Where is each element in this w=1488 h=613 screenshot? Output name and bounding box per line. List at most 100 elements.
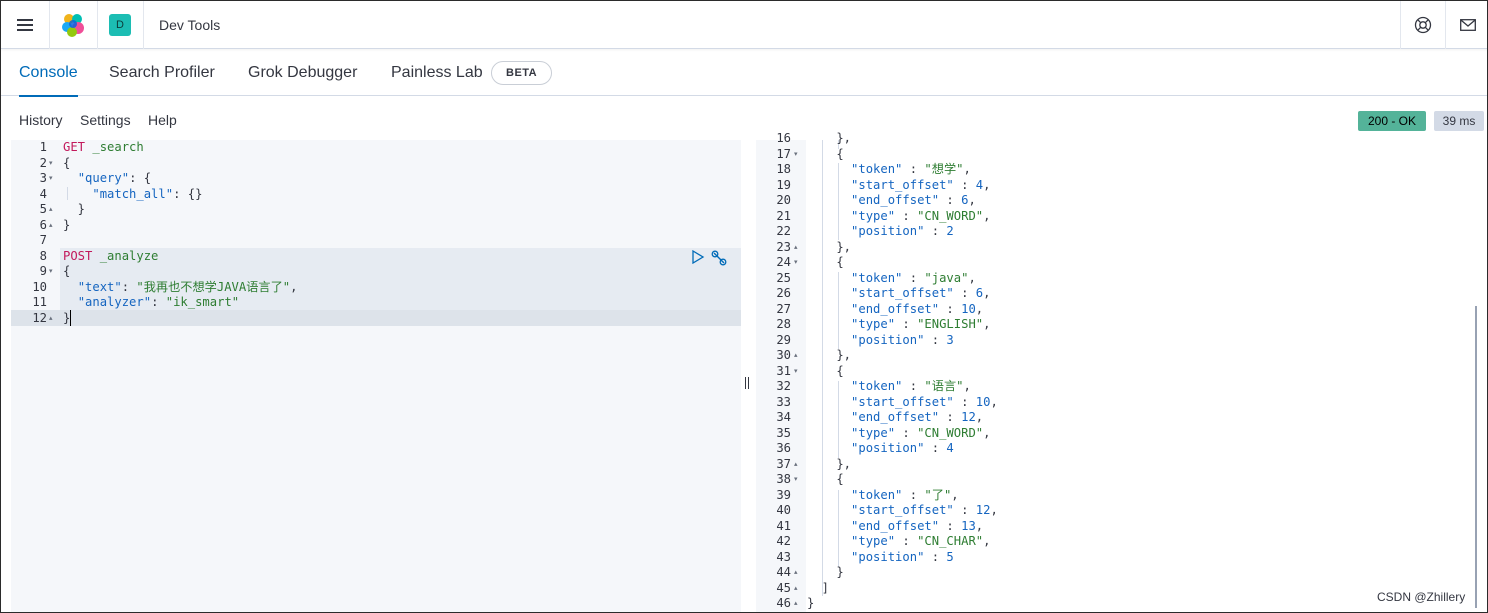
- code-token: ,: [290, 279, 298, 294]
- fold-up-icon[interactable]: ▴: [794, 460, 798, 468]
- code-line: "start_offset" : 10,: [807, 395, 998, 411]
- code-token: "ENGLISH": [917, 317, 984, 331]
- menu-icon[interactable]: [1, 1, 49, 49]
- code-token: {: [807, 146, 844, 161]
- line-number: 3: [39, 171, 47, 185]
- fold-up-icon[interactable]: ▴: [794, 599, 798, 607]
- fold-down-icon[interactable]: ▾: [49, 267, 53, 275]
- line-number: 9: [39, 264, 47, 278]
- request-code-area[interactable]: [60, 140, 741, 612]
- line-number: 5: [39, 202, 47, 216]
- code-token: ,: [968, 193, 976, 207]
- space-selector[interactable]: D: [97, 1, 143, 49]
- code-line: "type" : "CN_WORD",: [807, 209, 990, 225]
- fold-down-icon[interactable]: ▾: [794, 367, 798, 375]
- code-line: "end_offset" : 13,: [807, 519, 983, 535]
- code-line: "end_offset" : 6,: [807, 193, 976, 209]
- code-line: "text": "我再也不想学JAVA语言了",: [63, 279, 298, 296]
- fold-down-icon[interactable]: ▾: [794, 258, 798, 266]
- settings-link[interactable]: Settings: [80, 97, 131, 143]
- line-number: 27: [776, 301, 791, 316]
- line-number: 12: [32, 310, 47, 325]
- fold-up-icon[interactable]: ▴: [794, 568, 798, 576]
- elastic-logo[interactable]: [49, 1, 97, 49]
- history-link[interactable]: History: [19, 97, 63, 143]
- fold-up-icon[interactable]: ▴: [794, 243, 798, 251]
- line-number: 45: [776, 580, 791, 595]
- line-number: 17: [776, 146, 791, 161]
- code-token: "CN_WORD": [917, 208, 984, 223]
- code-token: "我再也不想学JAVA语言了": [136, 279, 291, 294]
- fold-up-icon[interactable]: ▴: [49, 221, 53, 229]
- line-number: 41: [776, 518, 791, 533]
- code-line: "token" : "java",: [807, 271, 976, 287]
- code-token: "type": [851, 425, 896, 440]
- code-token: ,: [951, 487, 959, 502]
- code-line: ]: [807, 581, 829, 597]
- code-token: "text": [77, 279, 122, 294]
- response-scrollbar[interactable]: [1475, 306, 1477, 608]
- code-line: }: [63, 202, 85, 218]
- mail-icon[interactable]: [1446, 1, 1487, 49]
- fold-down-icon[interactable]: ▾: [794, 150, 798, 158]
- line-number: 18: [776, 162, 791, 176]
- watermark: CSDN @Zhillery: [1369, 586, 1474, 608]
- line-number: 40: [776, 503, 791, 517]
- play-icon[interactable]: [691, 249, 705, 266]
- code-token: "token": [851, 270, 903, 285]
- line-number: 43: [776, 549, 791, 564]
- line-number: 31: [776, 363, 791, 378]
- tab-painless-lab[interactable]: Painless Lab: [391, 50, 483, 96]
- line-number: 33: [776, 394, 791, 409]
- code-token: :: [953, 503, 976, 517]
- code-token: _search: [85, 140, 144, 154]
- tab-search-profiler[interactable]: Search Profiler: [109, 50, 215, 96]
- code-token: ,: [975, 301, 984, 316]
- fold-down-icon[interactable]: ▾: [49, 174, 53, 182]
- code-token: "想学": [924, 162, 964, 176]
- code-token: 3: [946, 332, 954, 347]
- code-token: :: [895, 534, 918, 548]
- help-link[interactable]: Help: [148, 97, 177, 143]
- code-token: "position": [851, 549, 925, 564]
- fold-down-icon[interactable]: ▾: [49, 159, 53, 167]
- code-token: 10: [975, 394, 991, 409]
- code-line: },: [807, 348, 851, 364]
- code-line: {: [807, 255, 843, 271]
- top-header: D Dev Tools: [1, 1, 1487, 49]
- code-line: "start_offset" : 6,: [807, 286, 990, 302]
- wrench-icon[interactable]: [711, 250, 727, 266]
- tab-grok-debugger[interactable]: Grok Debugger: [248, 50, 357, 96]
- tab-console[interactable]: Console: [19, 50, 78, 97]
- fold-down-icon[interactable]: ▾: [794, 475, 798, 483]
- fold-up-icon[interactable]: ▴: [49, 205, 53, 213]
- response-time-badge: 39 ms: [1434, 111, 1484, 131]
- code-token: ,: [983, 177, 991, 192]
- code-token: : {}: [173, 186, 203, 201]
- code-token: :: [924, 224, 947, 238]
- fold-up-icon[interactable]: ▴: [49, 314, 53, 322]
- fold-up-icon[interactable]: ▴: [794, 584, 798, 592]
- line-number: 16: [776, 131, 791, 145]
- help-icon[interactable]: [1401, 1, 1445, 49]
- line-number: 30: [776, 348, 791, 362]
- code-line: },: [807, 131, 851, 147]
- code-token: "analyzer": [77, 295, 152, 309]
- fold-up-icon[interactable]: ▴: [794, 351, 798, 359]
- pane-resize-handle[interactable]: [743, 377, 751, 391]
- code-token: 10: [961, 301, 976, 316]
- line-number: 35: [776, 425, 791, 440]
- code-line: "type" : "CN_WORD",: [807, 426, 990, 442]
- line-number: 8: [39, 248, 47, 263]
